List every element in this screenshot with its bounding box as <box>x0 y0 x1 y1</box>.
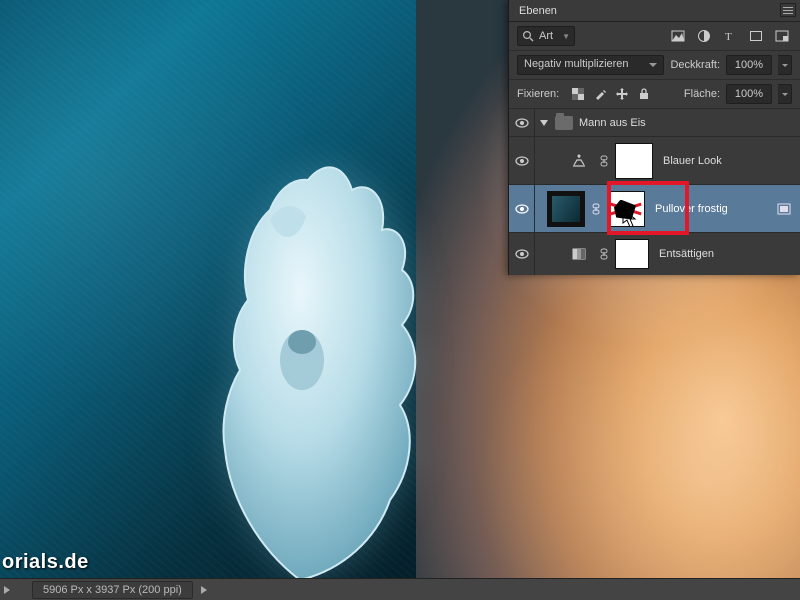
opacity-stepper[interactable] <box>778 55 792 75</box>
layer-row-blauer-look[interactable]: Blauer Look <box>509 137 800 185</box>
layer-filter-row: Art ▼ T <box>509 22 800 51</box>
visibility-eye-icon[interactable] <box>515 204 529 214</box>
mask-link-icon[interactable] <box>599 155 609 167</box>
layer-mask-thumbnail[interactable] <box>615 143 653 179</box>
mask-link-icon[interactable] <box>591 203 601 215</box>
folder-icon <box>555 116 573 130</box>
panel-tab-bar: Ebenen <box>509 0 800 22</box>
doc-info-arrow-icon[interactable] <box>0 583 14 597</box>
fill-stepper[interactable] <box>778 84 792 104</box>
lock-pixels-icon[interactable] <box>593 87 607 101</box>
layer-name[interactable]: Entsättigen <box>659 248 792 260</box>
opacity-label: Deckkraft: <box>670 59 720 71</box>
filter-shape-icon[interactable] <box>746 27 766 45</box>
layer-filter-badge-icon[interactable] <box>776 202 792 216</box>
filter-pixel-icon[interactable] <box>668 27 688 45</box>
status-bar: 5906 Px x 3937 Px (200 ppi) <box>0 578 800 600</box>
fill-input[interactable]: 100% <box>726 84 772 104</box>
fill-label: Fläche: <box>684 88 720 100</box>
mask-link-icon[interactable] <box>599 248 609 260</box>
lock-all-icon[interactable] <box>637 87 651 101</box>
doc-info-segment[interactable]: 5906 Px x 3937 Px (200 ppi) <box>32 581 193 599</box>
doc-info-menu-arrow-icon[interactable] <box>197 583 211 597</box>
visibility-eye-icon[interactable] <box>515 249 529 259</box>
layer-mask-thumbnail[interactable] <box>615 239 649 269</box>
lock-transparency-icon[interactable] <box>571 87 585 101</box>
filter-type-icon[interactable]: T <box>720 27 740 45</box>
layer-filter-type-label: Art <box>537 30 559 42</box>
chevron-down-icon: ▼ <box>562 32 570 41</box>
lock-label: Fixieren: <box>517 88 559 100</box>
layer-name[interactable]: Blauer Look <box>663 155 792 167</box>
layer-mask-thumbnail[interactable] <box>607 191 645 227</box>
filter-adjustment-icon[interactable] <box>694 27 714 45</box>
lock-position-icon[interactable] <box>615 87 629 101</box>
layer-name[interactable]: Pullover frostig <box>655 203 770 215</box>
panel-menu-button[interactable] <box>780 3 796 17</box>
lock-fill-row: Fixieren: Fläche: 100% <box>509 80 800 109</box>
layer-row-pullover-frostig[interactable]: Pullover frostig <box>509 185 800 233</box>
filter-smartobject-icon[interactable] <box>772 27 792 45</box>
layer-group-row[interactable]: Mann aus Eis <box>509 109 800 137</box>
watermark-text: orials.de <box>2 551 89 574</box>
layers-list: Mann aus Eis Blauer Look <box>509 109 800 275</box>
canvas-hand-figure <box>120 120 480 580</box>
hue-saturation-icon <box>571 247 587 261</box>
svg-text:T: T <box>725 31 732 42</box>
group-collapse-toggle[interactable] <box>535 118 553 128</box>
cursor-pointer-icon <box>622 208 638 227</box>
layer-row-entsaettigen[interactable]: Entsättigen <box>509 233 800 275</box>
blend-opacity-row: Negativ multiplizieren Deckkraft: 100% <box>509 51 800 80</box>
layer-filter-type-dropdown[interactable]: Art ▼ <box>517 26 575 46</box>
panel-title[interactable]: Ebenen <box>519 5 557 17</box>
opacity-input[interactable]: 100% <box>726 55 772 75</box>
visibility-eye-icon[interactable] <box>515 156 529 166</box>
visibility-eye-icon[interactable] <box>515 118 529 128</box>
layer-thumbnail[interactable] <box>547 191 585 227</box>
group-name[interactable]: Mann aus Eis <box>579 117 646 129</box>
blend-mode-dropdown[interactable]: Negativ multiplizieren <box>517 55 664 75</box>
color-balance-icon <box>571 154 587 168</box>
layers-panel: Ebenen Art ▼ T Negativ multiplizieren De… <box>508 0 800 275</box>
search-icon <box>522 30 534 42</box>
